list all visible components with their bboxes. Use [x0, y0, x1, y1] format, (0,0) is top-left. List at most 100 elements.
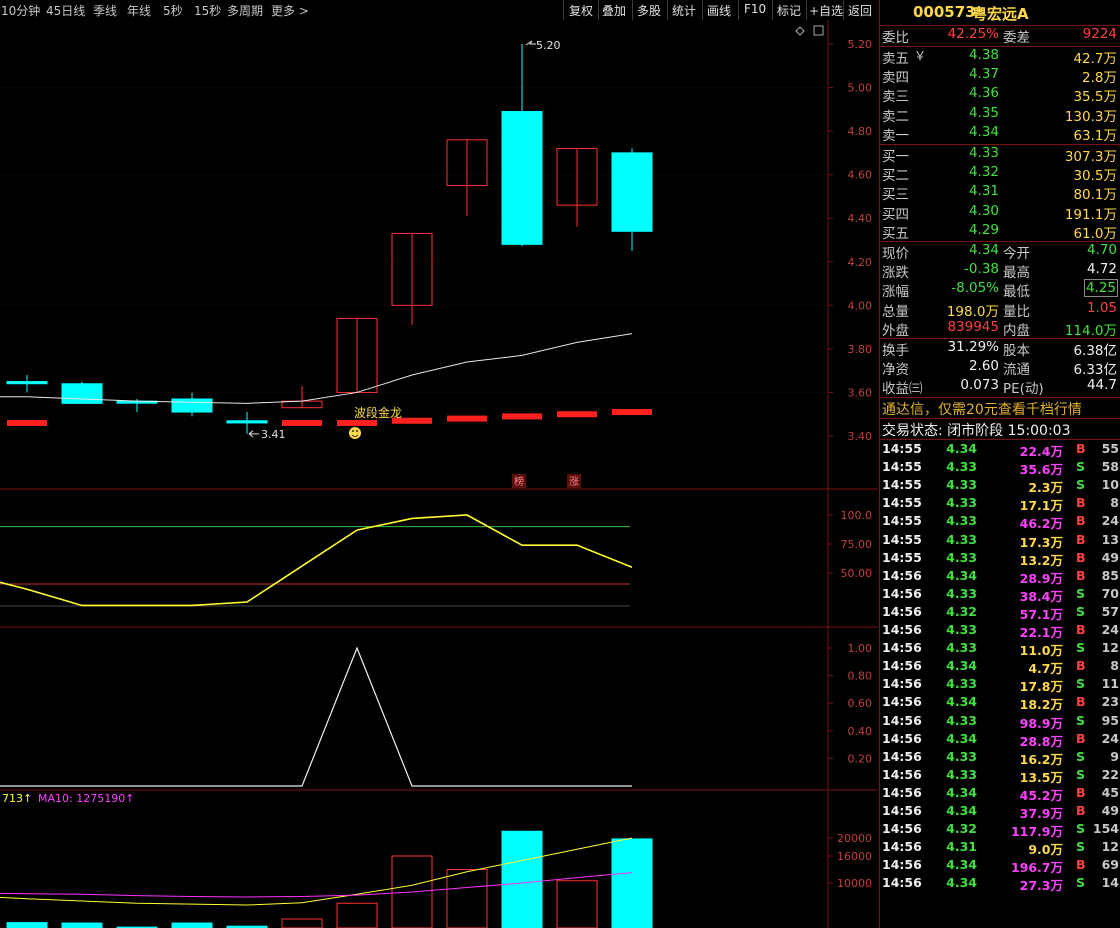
- tick-count: 49: [1101, 803, 1119, 818]
- fundamental-value: 44.7: [1086, 377, 1117, 394]
- tick-count: 85: [1101, 567, 1119, 583]
- tick-count: 55: [1101, 441, 1119, 456]
- bid-level-label: 买一: [882, 149, 909, 165]
- tick-count: 58: [1101, 459, 1119, 475]
- diamond-icon: [795, 26, 805, 36]
- signal-bar: [7, 419, 47, 426]
- tick-count: 12: [1101, 839, 1119, 855]
- tick-price: 4.34: [946, 694, 977, 710]
- tick-volume: 37.9万: [1019, 806, 1063, 821]
- tick-price: 4.33: [946, 459, 977, 475]
- ask-level-volume: 2.8万: [1082, 70, 1117, 87]
- tick-count: 154: [1092, 821, 1119, 837]
- tick-count: 13: [1101, 531, 1119, 547]
- bid-level-label: 买四: [882, 206, 909, 223]
- quote-panel: 000573 粤宏远A 委比 42.25% 委差 9224 卖五 ￥ 4.38 42.…: [879, 0, 1120, 928]
- quote-value: 4.25: [1083, 279, 1119, 298]
- tick-volume: 13.2万: [1019, 552, 1063, 568]
- tick-price: 4.33: [946, 513, 977, 529]
- tick-side: B: [1076, 694, 1086, 710]
- tick-price: 4.33: [946, 640, 977, 656]
- y-tick-label: 16000: [837, 850, 872, 863]
- tick-time: 14:56: [882, 585, 922, 601]
- volume-ma10-legend: MA10: 1275190↑: [38, 792, 134, 805]
- quote-label: 内盘: [1003, 322, 1030, 339]
- y-tick-label: 0.20: [848, 752, 873, 765]
- quote-value: -8.05%: [951, 280, 999, 297]
- tick-volume: 13.5万: [1019, 769, 1063, 785]
- quote-row: 涨幅 -8.05% 最低 4.25: [880, 279, 1120, 300]
- tick-time: 14:56: [882, 567, 922, 583]
- tick-count: 24: [1101, 513, 1119, 529]
- bid-level-volume: 307.3万: [1064, 149, 1117, 165]
- y-tick-label: 0.40: [848, 725, 873, 738]
- y-tick-label: 4.00: [848, 299, 873, 312]
- tick-volume: 57.1万: [1019, 606, 1063, 622]
- y-tick-label: 0.60: [848, 697, 873, 710]
- tick-price: 4.32: [946, 821, 977, 837]
- volume-bar: [171, 922, 213, 928]
- volume-bar: [281, 918, 323, 928]
- stock-name: 粤宏远A: [972, 5, 1029, 23]
- signal-bar: [447, 415, 487, 422]
- tick-side: S: [1076, 766, 1086, 782]
- tick-time: 14:55: [882, 513, 922, 529]
- volume-bar: [336, 902, 378, 928]
- quote-value: 114.0万: [1064, 322, 1117, 339]
- y-tick-label: 50.00: [841, 567, 873, 580]
- bid-level-price: 4.31: [968, 183, 999, 200]
- tick-time: 14:56: [882, 821, 922, 837]
- tick-price: 4.33: [946, 549, 977, 565]
- signal-bar: [502, 413, 542, 420]
- tick-side: S: [1076, 875, 1086, 891]
- tick-side: B: [1076, 513, 1086, 529]
- ask-level-volume: 130.3万: [1064, 108, 1117, 125]
- tick-row: 14:56 4.32 57.1万 S 57: [880, 604, 1120, 622]
- high-pointer: [525, 40, 536, 46]
- tick-volume: 17.8万: [1019, 679, 1063, 695]
- tick-volume: 28.8万: [1019, 733, 1063, 749]
- tick-row: 14:56 4.34 28.8万 B 24: [880, 731, 1120, 749]
- y-tick-label: 5.00: [848, 82, 873, 95]
- tick-side: S: [1076, 459, 1086, 475]
- tick-price: 4.34: [946, 658, 977, 674]
- ask-level-price: 4.36: [968, 85, 999, 102]
- bid-level-label: 买三: [882, 187, 909, 204]
- tick-volume: 28.9万: [1019, 570, 1063, 586]
- volume-bar: [556, 880, 598, 928]
- bid-level-volume: 191.1万: [1064, 206, 1117, 223]
- bid-level-row: 买三 4.31 80.1万: [880, 183, 1120, 204]
- ask-level-price: 4.35: [968, 104, 999, 121]
- tick-side: B: [1076, 531, 1086, 547]
- quote-row: 总量 198.0万 量比 1.05: [880, 299, 1120, 320]
- tick-row: 14:56 4.33 38.4万 S 70: [880, 586, 1120, 604]
- y-tick-label: 3.80: [848, 343, 873, 356]
- volume-bar: [6, 922, 48, 928]
- tick-time: 14:56: [882, 694, 922, 710]
- indicator-line: [0, 514, 633, 607]
- signal-line: [0, 646, 632, 787]
- quote-value: 1.05: [1086, 299, 1117, 316]
- trade-status: 交易状态: 闭市阶段 15:00:03: [882, 423, 1071, 439]
- fundamental-label: PE(动): [1003, 381, 1044, 398]
- tick-count: 57: [1101, 603, 1119, 619]
- quote-value: 4.70: [1086, 242, 1117, 258]
- tick-time: 14:56: [882, 803, 922, 818]
- tick-time: 14:55: [882, 549, 922, 565]
- y-tick-label: 3.40: [848, 430, 873, 443]
- volume-bar: [61, 922, 103, 928]
- promo-link[interactable]: 通达信，仅需20元查看千档行情: [882, 399, 1082, 419]
- tick-row: 14:55 4.33 35.6万 S 58: [880, 459, 1120, 477]
- tick-row: 14:56 4.34 37.9万 B 49: [880, 803, 1120, 821]
- tick-side: S: [1076, 640, 1086, 656]
- tick-row: 14:56 4.34 196.7万 B 69: [880, 857, 1120, 875]
- tick-time: 14:56: [882, 766, 922, 782]
- tick-side: S: [1076, 712, 1086, 728]
- divider: [880, 418, 1120, 419]
- y-tick-label: 100.0: [841, 509, 873, 522]
- kline-chart-area[interactable]: 5.20 5.00 4.80 4.60 4.40 4.20 4.00 3.80 3.60 3.40…: [0, 0, 878, 928]
- tick-volume: 4.7万: [1028, 661, 1063, 677]
- wei-bi-label: 委比: [882, 30, 909, 46]
- ask-level-row: 卖五 ￥ 4.38 42.7万: [880, 47, 1120, 67]
- y-tick-label: 4.80: [848, 125, 873, 138]
